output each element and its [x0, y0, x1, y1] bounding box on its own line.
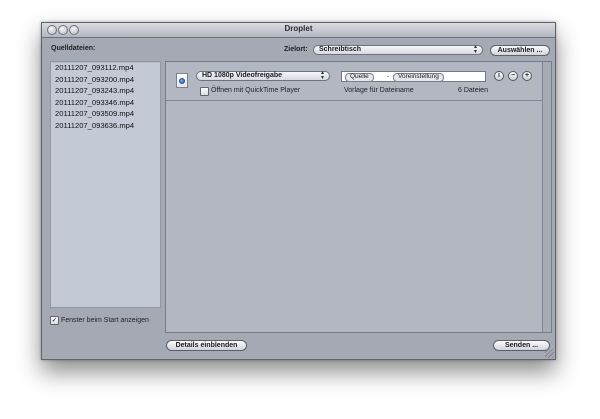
list-item[interactable]: 20111207_093509.mp4 — [51, 108, 160, 120]
preset-panel: HD 1080p Videofreigabe ▴ ▾ Öffnen mit Qui… — [165, 61, 552, 333]
show-on-start-checkbox[interactable]: ✓ — [50, 316, 59, 325]
filename-token-preset[interactable]: Voreinstellung — [393, 73, 444, 82]
window-title: Droplet — [284, 24, 313, 33]
list-item[interactable]: 20111207_093112.mp4 — [51, 62, 160, 74]
popup-arrows-icon: ▴ ▾ — [320, 70, 324, 81]
preset-row: HD 1080p Videofreigabe ▴ ▾ Öffnen mit Qui… — [166, 62, 551, 101]
list-item[interactable]: 20111207_093200.mp4 — [51, 74, 160, 86]
send-button[interactable]: Senden ... — [493, 340, 550, 351]
preset-name: HD 1080p Videofreigabe — [202, 72, 283, 79]
remove-preset-icon[interactable]: − — [508, 71, 518, 81]
preset-popup[interactable]: HD 1080p Videofreigabe ▴ ▾ — [196, 70, 330, 81]
show-details-button[interactable]: Details einblenden — [166, 340, 247, 351]
droplet-window: Droplet Quelldateien: Zielort: Schreibti… — [41, 22, 556, 360]
list-item[interactable]: 20111207_093636.mp4 — [51, 120, 160, 132]
quicktime-logo-icon — [179, 78, 185, 84]
list-item[interactable]: 20111207_093243.mp4 — [51, 85, 160, 97]
show-on-start-label: Fenster beim Start anzeigen — [61, 317, 149, 324]
destination-value: Schreibtisch — [319, 46, 362, 53]
popup-arrows-icon: ▴ ▾ — [473, 44, 477, 55]
open-with-quicktime-checkbox[interactable] — [200, 87, 209, 96]
list-item[interactable]: 20111207_093346.mp4 — [51, 97, 160, 109]
source-file-list[interactable]: 20111207_093112.mp4 20111207_093200.mp4 … — [50, 61, 161, 308]
resize-grip-icon[interactable] — [545, 349, 554, 358]
file-count: 6 Dateien — [458, 87, 488, 94]
info-icon[interactable]: i — [494, 71, 504, 81]
filename-token-source[interactable]: Quelle — [345, 73, 374, 82]
destination-popup[interactable]: Schreibtisch ▴ ▾ — [313, 44, 483, 55]
filename-template-label: Vorlage für Dateiname — [344, 87, 414, 94]
source-files-label: Quelldateien: — [51, 45, 96, 52]
quicktime-document-icon — [176, 73, 188, 88]
token-separator: - — [387, 73, 390, 80]
title-bar: Droplet — [42, 23, 555, 38]
add-preset-icon[interactable]: + — [522, 71, 532, 81]
open-with-quicktime-label: Öffnen mit QuickTime Player — [211, 87, 301, 94]
choose-destination-button[interactable]: Auswählen ... — [490, 45, 550, 56]
filename-template-field[interactable]: Quelle - Voreinstellung — [341, 71, 486, 82]
vertical-scrollbar[interactable] — [542, 62, 551, 332]
destination-label: Zielort: — [284, 46, 308, 53]
